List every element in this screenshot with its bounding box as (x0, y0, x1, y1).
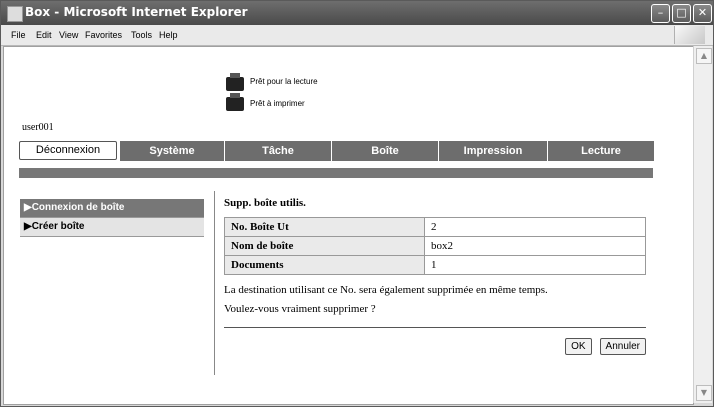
user-name: user001 (22, 122, 54, 133)
title-bar: Box - Microsoft Internet Explorer – □ ✕ (1, 1, 713, 25)
ie-page-icon (7, 6, 23, 22)
scroll-up-icon[interactable]: ▲ (696, 48, 712, 64)
message-line-1: La destination utilisant ce No. sera éga… (224, 284, 548, 296)
sidebar-item-connexion[interactable]: ▶Connexion de boîte (20, 199, 204, 218)
message-line-2: Voulez-vous vraiment supprimer ? (224, 303, 376, 315)
menu-view[interactable]: View (59, 30, 78, 40)
tab-impression[interactable]: Impression (438, 141, 547, 161)
page-title: Supp. boîte utilis. (224, 197, 306, 209)
row-value: 2 (424, 217, 646, 237)
tab-tache[interactable]: Tâche (224, 141, 331, 161)
menu-bar: File Edit View Favorites Tools Help (1, 25, 713, 46)
menu-edit[interactable]: Edit (36, 30, 52, 40)
scroll-down-icon[interactable]: ▼ (696, 385, 712, 401)
section-bar (19, 168, 653, 178)
minimize-button[interactable]: – (651, 4, 670, 23)
row-label: No. Boîte Ut (224, 217, 425, 237)
menu-tools[interactable]: Tools (131, 30, 152, 40)
status-reading: Prêt pour la lecture (250, 77, 318, 86)
status-printing: Prêt à imprimer (250, 99, 305, 108)
vertical-scrollbar[interactable]: ▲ ▼ (693, 46, 712, 403)
web-page: Prêt pour la lecture Prêt à imprimer use… (3, 46, 694, 405)
divider (224, 327, 646, 328)
ok-button[interactable]: OK (565, 338, 592, 355)
tab-lecture[interactable]: Lecture (547, 141, 654, 161)
row-label: Nom de boîte (224, 236, 425, 256)
sidebar: ▶Connexion de boîte ▶Créer boîte (20, 199, 204, 237)
row-value: box2 (424, 236, 646, 256)
window-title: Box - Microsoft Internet Explorer (25, 5, 248, 19)
printer-icon (226, 93, 244, 111)
logout-button[interactable]: Déconnexion (19, 141, 117, 160)
main-content: Supp. boîte utilis. No. Boîte Ut 2 Nom d… (224, 197, 646, 355)
windows-logo-icon (674, 26, 705, 44)
close-button[interactable]: ✕ (693, 4, 712, 23)
box-info-table: No. Boîte Ut 2 Nom de boîte box2 Documen… (224, 217, 646, 275)
table-row: No. Boîte Ut 2 (224, 217, 646, 237)
menu-help[interactable]: Help (159, 30, 178, 40)
row-value: 1 (424, 255, 646, 275)
tab-boite[interactable]: Boîte (331, 141, 438, 161)
sidebar-item-label: Créer boîte (31, 221, 85, 232)
menu-favorites[interactable]: Favorites (85, 30, 122, 40)
menu-file[interactable]: File (11, 30, 26, 40)
tab-systeme[interactable]: Système (119, 141, 224, 161)
table-row: Documents 1 (224, 255, 646, 275)
cancel-button[interactable]: Annuler (599, 338, 646, 355)
main-tabs: Déconnexion Système Tâche Boîte Impressi… (19, 141, 654, 161)
maximize-button[interactable]: □ (672, 4, 691, 23)
action-buttons: OK Annuler (561, 336, 646, 355)
vertical-divider (214, 191, 215, 375)
scanner-icon (226, 73, 244, 91)
row-label: Documents (224, 255, 425, 275)
table-row: Nom de boîte box2 (224, 236, 646, 256)
sidebar-item-label: Connexion de boîte (31, 202, 125, 213)
warning-message: La destination utilisant ce No. sera éga… (224, 281, 646, 319)
sidebar-item-creer[interactable]: ▶Créer boîte (20, 218, 204, 237)
browser-window: Box - Microsoft Internet Explorer – □ ✕ … (0, 0, 714, 407)
